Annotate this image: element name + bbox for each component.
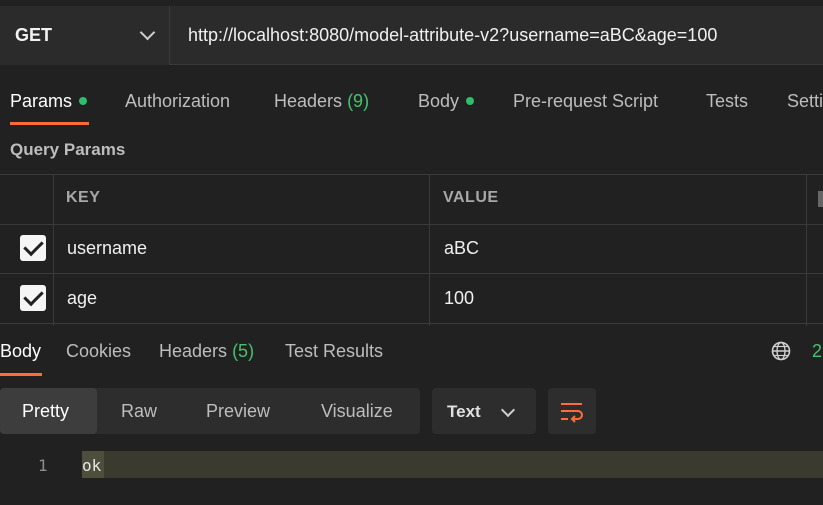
tab-authorization[interactable]: Authorization xyxy=(125,91,230,112)
table-column-divider xyxy=(806,174,807,326)
param-checkbox[interactable] xyxy=(20,235,46,261)
method-label: GET xyxy=(15,25,53,45)
tab-body[interactable]: Body xyxy=(418,91,475,112)
view-mode-visualize[interactable]: Visualize xyxy=(321,401,393,422)
param-key[interactable]: username xyxy=(67,238,147,259)
table-column-divider xyxy=(53,174,54,326)
table-row-divider xyxy=(0,273,823,274)
active-response-tab-indicator xyxy=(0,373,42,376)
wrap-lines-icon xyxy=(561,403,583,423)
key-column-header: KEY xyxy=(66,189,101,206)
body-indicator-dot xyxy=(466,97,475,105)
table-column-divider xyxy=(429,174,430,326)
format-label: Text xyxy=(447,402,481,421)
tab-headers[interactable]: Headers (9) xyxy=(274,91,369,112)
url-text[interactable]: http://localhost:8080/model-attribute-v2… xyxy=(188,25,717,46)
response-tab-test-results[interactable]: Test Results xyxy=(285,341,383,362)
active-tab-indicator xyxy=(10,122,89,125)
tab-headers-label: Headers xyxy=(274,91,343,111)
response-tab-headers[interactable]: Headers (5) xyxy=(159,341,254,362)
tab-pre-request-script[interactable]: Pre-request Script xyxy=(513,91,658,112)
value-column-header: VALUE xyxy=(443,189,499,206)
tab-tests[interactable]: Tests xyxy=(706,91,748,112)
view-mode-preview[interactable]: Preview xyxy=(206,401,270,422)
tab-body-label: Body xyxy=(418,91,460,111)
response-body-text[interactable]: ok xyxy=(82,456,101,475)
tab-settings[interactable]: Setti xyxy=(787,91,823,112)
table-border-top xyxy=(0,174,823,175)
view-mode-raw[interactable]: Raw xyxy=(121,401,157,422)
tab-params[interactable]: Params xyxy=(10,91,88,112)
response-headers-count: (5) xyxy=(232,341,255,361)
params-indicator-dot xyxy=(79,97,88,105)
table-row-divider xyxy=(0,323,823,324)
description-column-header-partial xyxy=(818,191,823,207)
table-header-divider xyxy=(0,224,823,225)
response-tab-cookies[interactable]: Cookies xyxy=(66,341,131,362)
tab-params-label: Params xyxy=(10,91,73,111)
response-status: 2 xyxy=(812,341,823,361)
response-headers-label: Headers xyxy=(159,341,228,361)
view-mode-pretty[interactable]: Pretty xyxy=(22,401,69,422)
param-checkbox[interactable] xyxy=(20,285,46,311)
globe-icon[interactable] xyxy=(771,341,791,361)
headers-count: (9) xyxy=(347,91,370,111)
param-value[interactable]: 100 xyxy=(444,288,474,309)
active-line-highlight xyxy=(82,451,823,478)
response-tab-body[interactable]: Body xyxy=(0,341,41,362)
query-params-title: Query Params xyxy=(10,140,126,159)
param-key[interactable]: age xyxy=(67,288,97,309)
line-number: 1 xyxy=(38,456,48,475)
wrap-lines-button[interactable] xyxy=(548,388,596,434)
param-value[interactable]: aBC xyxy=(444,238,479,259)
